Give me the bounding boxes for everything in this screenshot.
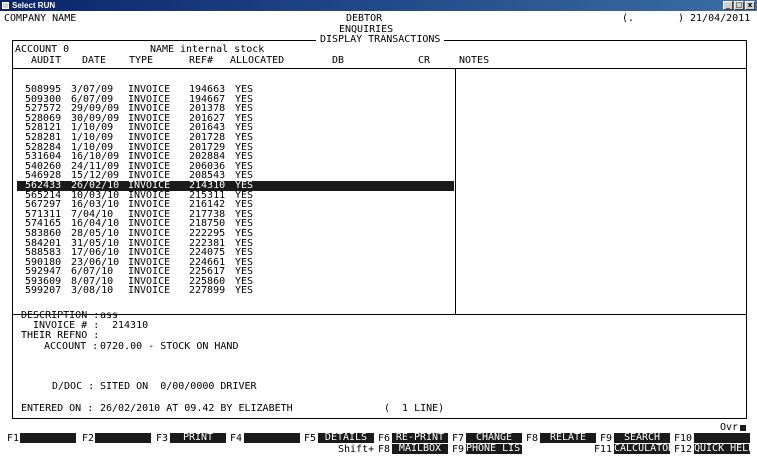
col-allocated: ALLOCATED: [230, 55, 285, 66]
f4-key[interactable]: F4: [230, 433, 242, 444]
account-name: internal stock: [180, 44, 265, 55]
name-label: NAME: [150, 44, 175, 55]
window-titlebar[interactable]: Select RUN _ □ x: [0, 0, 757, 11]
f2-button[interactable]: [95, 433, 151, 443]
shift-f8-key[interactable]: F8: [378, 444, 390, 455]
col-type: TYPE: [129, 55, 154, 66]
f1-key[interactable]: F1: [7, 433, 19, 444]
phone-prefix: (.: [622, 13, 635, 24]
f5-details-button[interactable]: DETAILS: [318, 433, 374, 443]
cursor-block: [740, 425, 746, 431]
col-audit: AUDIT: [31, 55, 62, 66]
f7-key[interactable]: F7: [452, 433, 464, 444]
f12-key[interactable]: F12: [674, 444, 692, 455]
detail-panel: [12, 314, 747, 419]
company-name: COMPANY NAME: [4, 13, 77, 24]
terminal-screen[interactable]: COMPANY NAME DEBTOR ENQUIRIES (. ) 21/04…: [0, 11, 757, 457]
function-key-bar: F1 F2 F3 PRINT F4 F5 DETAILS F6 RE-PRINT…: [0, 433, 757, 457]
col-date: DATE: [82, 55, 107, 66]
f1-button[interactable]: [20, 433, 76, 443]
maximize-button[interactable]: □: [734, 1, 744, 10]
col-ref: REF#: [189, 55, 214, 66]
window-controls: _ □ x: [723, 1, 755, 10]
f4-button[interactable]: [244, 433, 300, 443]
minimize-button[interactable]: _: [723, 1, 733, 10]
f10-key[interactable]: F10: [674, 433, 692, 444]
col-notes: NOTES: [459, 55, 490, 66]
cell-audit: 599207: [25, 285, 62, 297]
f8-key[interactable]: F8: [526, 433, 538, 444]
close-button[interactable]: x: [745, 1, 755, 10]
f11-key[interactable]: F11: [594, 444, 612, 455]
f5-key[interactable]: F5: [304, 433, 316, 444]
shift-f8-mailbox-button[interactable]: MAILBOX: [392, 444, 448, 454]
overtype-indicator: Ovr: [720, 422, 739, 433]
list-top-border: [13, 68, 746, 69]
app-icon: [2, 2, 9, 9]
phone-date: ) 21/04/2011: [678, 13, 751, 24]
f3-print-button[interactable]: PRINT: [170, 433, 226, 443]
window-title: Select RUN: [12, 1, 56, 10]
cell-type: INVOICE: [128, 285, 171, 297]
shift-indicator: Shift+: [338, 444, 375, 455]
cell-allocated: YES: [235, 285, 254, 297]
f6-key[interactable]: F6: [378, 433, 390, 444]
table-row[interactable]: 599207 3/08/10 INVOICE 227899 YES: [17, 286, 454, 296]
f6-reprint-button[interactable]: RE-PRINT: [392, 433, 448, 443]
f9-search-button[interactable]: SEARCH: [614, 433, 670, 443]
f3-key[interactable]: F3: [156, 433, 168, 444]
f10-button[interactable]: [694, 433, 750, 443]
col-cr: CR: [418, 55, 431, 66]
account-label: ACCOUNT 0: [15, 44, 70, 55]
f9-key[interactable]: F9: [600, 433, 612, 444]
shift-f9-phonelist-button[interactable]: PHONE LIST: [466, 444, 526, 454]
f12-quickhelp-button[interactable]: QUICK HELP: [694, 444, 754, 454]
notes-divider: [455, 68, 456, 314]
cell-date: 3/08/10: [71, 285, 114, 297]
f2-key[interactable]: F2: [82, 433, 94, 444]
cell-ref: 227899: [189, 285, 226, 297]
col-db: DB: [332, 55, 345, 66]
f11-calculator-button[interactable]: CALCULATOR: [614, 444, 674, 454]
f7-change-button[interactable]: CHANGE: [466, 433, 522, 443]
transactions-list[interactable]: 508995 3/07/09 INVOICE 194663 YES 509300 6/07/…: [17, 85, 454, 296]
panel-title: DISPLAY TRANSACTIONS: [316, 35, 445, 45]
shift-f9-key[interactable]: F9: [452, 444, 464, 455]
f8-relate-button[interactable]: RELATE: [540, 433, 596, 443]
module-title: DEBTOR: [346, 13, 383, 24]
